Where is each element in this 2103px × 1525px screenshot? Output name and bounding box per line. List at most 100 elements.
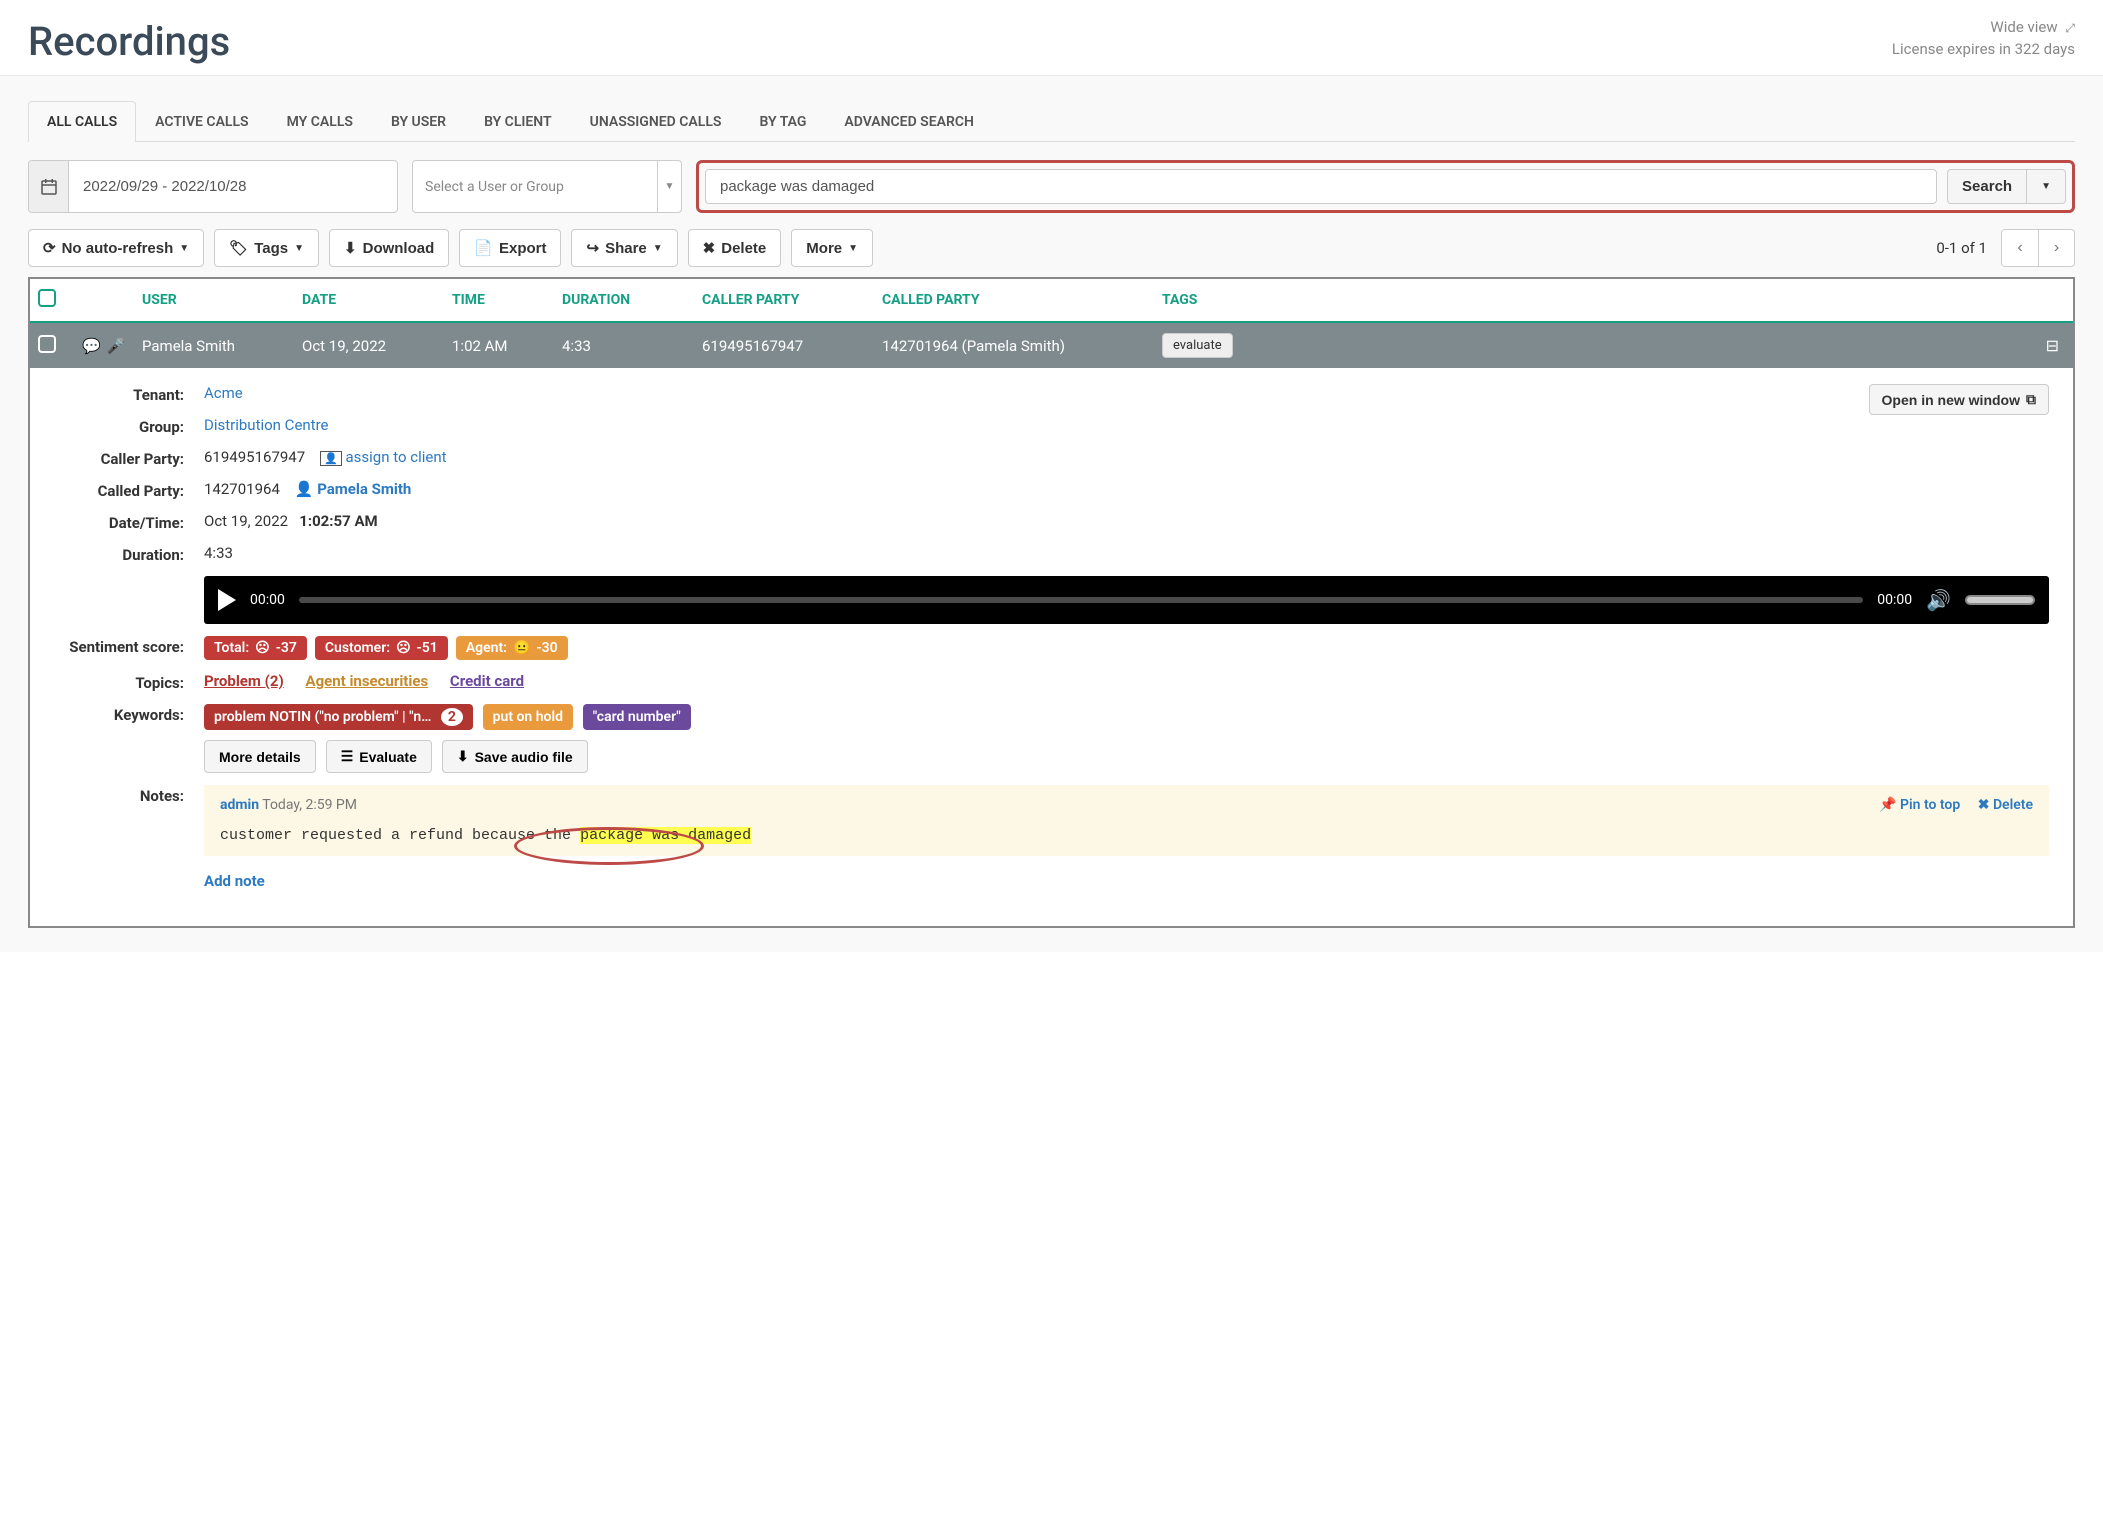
tab-active-calls[interactable]: ACTIVE CALLS <box>136 101 267 142</box>
sentiment-agent: Agent: 😐 -30 <box>456 636 568 660</box>
collapse-icon[interactable]: ⊟ <box>1975 336 2065 355</box>
wide-view-label: Wide view <box>1990 18 2057 36</box>
evaluate-tag[interactable]: evaluate <box>1162 333 1233 358</box>
topics-label: Topics: <box>54 672 204 692</box>
called-party-label: Called Party: <box>54 480 204 500</box>
keyword-problem[interactable]: problem NOTIN ("no problem" | "n… 2 <box>204 704 473 730</box>
sentiment-total: Total: ☹ -37 <box>204 636 307 660</box>
row-checkbox[interactable] <box>38 335 56 353</box>
save-audio-label: Save audio file <box>475 749 573 765</box>
download-icon: ⬇ <box>344 239 357 257</box>
note-author[interactable]: admin <box>220 797 259 813</box>
speaker-icon[interactable]: 🔊 <box>1926 588 1951 612</box>
pin-note-link[interactable]: 📌 Pin to top <box>1879 797 1960 813</box>
download-button[interactable]: ⬇ Download <box>329 229 449 267</box>
add-note-link[interactable]: Add note <box>204 872 265 890</box>
page-title: Recordings <box>28 18 230 65</box>
select-all-checkbox[interactable] <box>38 289 56 307</box>
more-details-button[interactable]: More details <box>204 740 316 773</box>
col-tags[interactable]: TAGS <box>1162 292 1975 308</box>
audio-player[interactable]: 00:00 00:00 🔊 <box>204 576 2049 624</box>
note-body: customer requested a refund because the … <box>220 827 2033 844</box>
called-user-link[interactable]: Pamela Smith <box>317 480 411 498</box>
col-time[interactable]: TIME <box>452 292 562 308</box>
audio-total-time: 00:00 <box>1877 592 1912 608</box>
table-row[interactable]: 💬 🎤 Pamela Smith Oct 19, 2022 1:02 AM 4:… <box>30 323 2073 368</box>
share-button[interactable]: ↪ Share ▼ <box>571 229 677 267</box>
export-button[interactable]: 📄 Export <box>459 229 561 267</box>
row-called: 142701964 (Pamela Smith) <box>882 337 1162 355</box>
tab-by-tag[interactable]: BY TAG <box>740 101 825 142</box>
expand-icon: ⤢ <box>2065 21 2075 35</box>
delete-note-link[interactable]: ✖ Delete <box>1978 797 2033 813</box>
col-called[interactable]: CALLED PARTY <box>882 292 1162 308</box>
chevron-down-icon: ▼ <box>294 243 304 254</box>
search-input[interactable] <box>705 169 1937 204</box>
tenant-link[interactable]: Acme <box>204 384 243 402</box>
tags-button[interactable]: 🏷 Tags ▼ <box>214 229 319 267</box>
user-group-select[interactable]: Select a User or Group ▼ <box>412 160 682 213</box>
tab-my-calls[interactable]: MY CALLS <box>268 101 372 142</box>
delete-button[interactable]: ✖ Delete <box>688 229 782 267</box>
mic-icon: 🎤 <box>107 337 126 355</box>
chevron-down-icon: ▼ <box>848 243 858 254</box>
download-icon: ⬇ <box>457 748 469 765</box>
frown-icon: ☹ <box>255 640 270 656</box>
evaluate-button[interactable]: ☰ Evaluate <box>326 740 432 773</box>
next-page-button[interactable]: › <box>2038 230 2074 266</box>
col-user[interactable]: USER <box>142 292 302 308</box>
called-number: 142701964 <box>204 480 280 498</box>
group-link[interactable]: Distribution Centre <box>204 416 328 434</box>
notes-label: Notes: <box>54 785 204 805</box>
export-label: Export <box>499 240 547 257</box>
sent-agent-lbl: Agent: <box>466 640 507 656</box>
evaluate-label: Evaluate <box>359 749 417 765</box>
keyword-card-number[interactable]: "card number" <box>583 704 691 730</box>
chevron-down-icon: ▼ <box>653 243 663 254</box>
file-icon: 📄 <box>474 239 493 257</box>
tab-unassigned[interactable]: UNASSIGNED CALLS <box>571 101 741 142</box>
topic-problem[interactable]: Problem (2) <box>204 672 284 690</box>
share-icon: ↪ <box>586 239 599 257</box>
volume-slider[interactable] <box>1965 595 2035 605</box>
open-new-window-button[interactable]: Open in new window ⧉ <box>1869 384 2049 415</box>
date-range-input[interactable] <box>69 161 397 212</box>
license-info: License expires in 322 days <box>1892 40 2075 58</box>
user-icon: 👤 <box>295 480 314 498</box>
datetime-date: Oct 19, 2022 <box>204 512 288 530</box>
row-caller: 619495167947 <box>702 337 882 355</box>
contact-card-icon: 👤 <box>320 451 342 466</box>
external-link-icon: ⧉ <box>2026 391 2036 408</box>
tab-by-user[interactable]: BY USER <box>372 101 465 142</box>
kw1-count: 2 <box>441 708 463 726</box>
close-icon: ✖ <box>1978 797 1990 813</box>
page-info: 0-1 of 1 <box>1936 239 1987 257</box>
more-button[interactable]: More ▼ <box>791 229 873 267</box>
col-caller[interactable]: CALLER PARTY <box>702 292 882 308</box>
wide-view-toggle[interactable]: Wide view ⤢ <box>1892 18 2075 36</box>
audio-progress[interactable] <box>299 597 1863 603</box>
tab-by-client[interactable]: BY CLIENT <box>465 101 571 142</box>
topic-agent-insecurities[interactable]: Agent insecurities <box>305 672 428 690</box>
col-date[interactable]: DATE <box>302 292 452 308</box>
refresh-icon: ⟳ <box>43 239 56 257</box>
tab-all-calls[interactable]: ALL CALLS <box>28 101 136 142</box>
tags-label: Tags <box>254 240 288 257</box>
frown-icon: ☹ <box>396 640 411 656</box>
sent-total-lbl: Total: <box>214 640 249 656</box>
tab-advanced-search[interactable]: ADVANCED SEARCH <box>825 101 993 142</box>
topic-credit-card[interactable]: Credit card <box>450 672 524 690</box>
datetime-time: 1:02:57 AM <box>299 512 377 530</box>
assign-client-link[interactable]: assign to client <box>346 448 447 466</box>
keyword-put-on-hold[interactable]: put on hold <box>483 704 573 730</box>
delete-label: Delete <box>721 240 766 257</box>
save-audio-button[interactable]: ⬇ Save audio file <box>442 740 588 773</box>
audio-current-time: 00:00 <box>250 592 285 608</box>
search-button[interactable]: Search <box>1947 169 2027 204</box>
search-dropdown[interactable]: ▼ <box>2027 169 2066 204</box>
col-duration[interactable]: DURATION <box>562 292 702 308</box>
refresh-button[interactable]: ⟳ No auto-refresh ▼ <box>28 229 204 267</box>
prev-page-button[interactable]: ‹ <box>2002 230 2038 266</box>
date-range-picker[interactable] <box>28 160 398 213</box>
play-icon[interactable] <box>218 589 236 611</box>
